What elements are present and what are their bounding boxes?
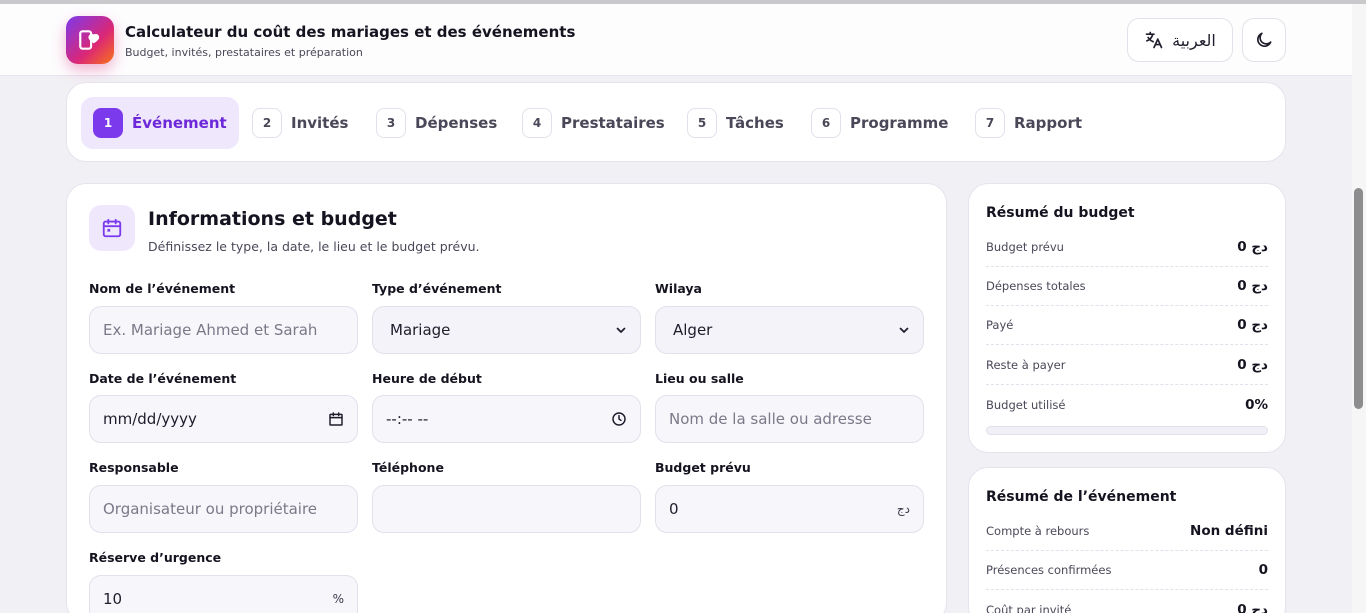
start-time-placeholder: --:-- --	[386, 410, 429, 428]
tab-prestataires[interactable]: 4 Prestataires	[510, 97, 677, 149]
translate-icon	[1145, 31, 1163, 49]
summary-label: Coût par invité	[986, 602, 1072, 613]
wilaya-value: Alger	[673, 321, 713, 339]
summary-row: Coût par invité 0 دج	[986, 590, 1268, 613]
app-title: Calculateur du coût des mariages et des …	[125, 23, 576, 41]
language-button[interactable]: العربية	[1127, 18, 1233, 62]
tab-number: 1	[93, 108, 123, 138]
venue-input[interactable]: Nom de la salle ou adresse	[655, 395, 924, 443]
chevron-down-icon	[616, 327, 626, 333]
summary-row: Reste à payer 0 دج	[986, 346, 1268, 385]
section-title: Informations et budget	[148, 208, 397, 230]
summary-value: Non défini	[1190, 523, 1268, 539]
phone-input[interactable]	[372, 485, 641, 533]
theme-toggle-button[interactable]	[1242, 18, 1286, 62]
summary-value: 0%	[1245, 396, 1268, 413]
tab-number: 6	[811, 108, 841, 138]
tab-label: Prestataires	[561, 114, 665, 132]
app-header: Calculateur du coût des mariages et des …	[0, 4, 1352, 76]
event-type-value: Mariage	[390, 321, 451, 339]
summary-label: Présences confirmées	[986, 563, 1112, 577]
language-button-label: العربية	[1172, 30, 1216, 50]
start-time-label: Heure de début	[372, 371, 482, 386]
summary-value: 0 دج	[1237, 601, 1268, 613]
calendar-icon	[102, 218, 122, 238]
app-logo	[66, 16, 114, 64]
tab-depenses[interactable]: 3 Dépenses	[364, 97, 509, 149]
tab-number: 3	[376, 108, 406, 138]
event-summary-card: Résumé de l’événement Compte à rebours N…	[968, 467, 1286, 613]
event-date-label: Date de l’événement	[89, 371, 237, 386]
budget-input[interactable]: 0 دج	[655, 485, 924, 533]
budget-value: 0	[669, 500, 679, 518]
event-date-input[interactable]: mm/dd/yyyy	[89, 395, 358, 443]
tab-label: Rapport	[1014, 114, 1083, 132]
chevron-down-icon	[899, 327, 909, 333]
budget-label: Budget prévu	[655, 460, 751, 475]
summary-row: Budget utilisé 0%	[986, 385, 1268, 424]
tab-label: Invités	[291, 114, 349, 132]
tab-label: Programme	[850, 114, 949, 132]
summary-row: Payé 0 دج	[986, 306, 1268, 345]
summary-label: Compte à rebours	[986, 524, 1090, 538]
tab-taches[interactable]: 5 Tâches	[675, 97, 796, 149]
budget-progress-bar	[986, 426, 1268, 435]
tab-label: Événement	[132, 114, 227, 132]
tab-number: 2	[252, 108, 282, 138]
event-summary-title: Résumé de l’événement	[986, 489, 1177, 505]
reserve-value: 10	[103, 590, 123, 608]
app-subtitle: Budget, invités, prestataires et prépara…	[125, 46, 363, 59]
event-info-card: Informations et budget Définissez le typ…	[66, 183, 947, 613]
event-type-select[interactable]: Mariage	[372, 306, 641, 354]
clock-icon[interactable]	[611, 411, 627, 427]
event-name-input[interactable]: Ex. Mariage Ahmed et Sarah	[89, 306, 358, 354]
section-icon-box	[89, 205, 135, 251]
moon-icon	[1257, 32, 1272, 47]
reserve-label: Réserve d’urgence	[89, 550, 222, 565]
summary-row: Dépenses totales 0 دج	[986, 267, 1268, 306]
tab-label: Dépenses	[415, 114, 498, 132]
summary-label: Reste à payer	[986, 358, 1066, 372]
phone-label: Téléphone	[372, 460, 444, 475]
summary-row: Budget prévu 0 دج	[986, 228, 1268, 267]
tab-number: 5	[687, 108, 717, 138]
event-name-label: Nom de l’événement	[89, 281, 236, 296]
reserve-input[interactable]: 10 %	[89, 575, 358, 613]
tab-rapport[interactable]: 7 Rapport	[963, 97, 1094, 149]
tab-number: 4	[522, 108, 552, 138]
summary-row: Compte à rebours Non défini	[986, 512, 1268, 551]
scrollbar-thumb[interactable]	[1354, 188, 1363, 409]
start-time-input[interactable]: --:-- --	[372, 395, 641, 443]
manager-label: Responsable	[89, 460, 179, 475]
tab-programme[interactable]: 6 Programme	[799, 97, 960, 149]
tab-invites[interactable]: 2 Invités	[240, 97, 360, 149]
wilaya-select[interactable]: Alger	[655, 306, 924, 354]
section-subtitle: Définissez le type, la date, le lieu et …	[148, 239, 480, 254]
step-tabs: 1 Événement 2 Invités 3 Dépenses 4 Prest…	[66, 82, 1286, 162]
summary-label: Budget utilisé	[986, 397, 1066, 412]
summary-value: 0 دج	[1237, 317, 1268, 333]
budget-summary-card: Résumé du budget Budget prévu 0 دج Dépen…	[968, 183, 1286, 453]
tab-evenement[interactable]: 1 Événement	[81, 97, 239, 149]
tab-label: Tâches	[726, 114, 784, 132]
summary-label: Payé	[986, 318, 1014, 332]
tab-number: 7	[975, 108, 1005, 138]
heart-phone-icon	[79, 30, 100, 50]
summary-label: Dépenses totales	[986, 279, 1086, 293]
summary-value: 0 دج	[1237, 278, 1268, 294]
budget-unit: دج	[896, 502, 910, 516]
budget-summary-title: Résumé du budget	[986, 205, 1135, 221]
venue-label: Lieu ou salle	[655, 371, 744, 386]
calendar-picker-icon[interactable]	[328, 411, 344, 427]
summary-label: Budget prévu	[986, 240, 1064, 254]
summary-value: 0	[1258, 562, 1268, 578]
event-date-placeholder: mm/dd/yyyy	[103, 410, 197, 428]
event-type-label: Type d’événement	[372, 281, 502, 296]
manager-input[interactable]: Organisateur ou propriétaire	[89, 485, 358, 533]
summary-value: 0 دج	[1237, 239, 1268, 255]
summary-value: 0 دج	[1237, 357, 1268, 373]
wilaya-label: Wilaya	[655, 281, 702, 296]
reserve-unit: %	[332, 592, 344, 606]
summary-row: Présences confirmées 0	[986, 551, 1268, 590]
